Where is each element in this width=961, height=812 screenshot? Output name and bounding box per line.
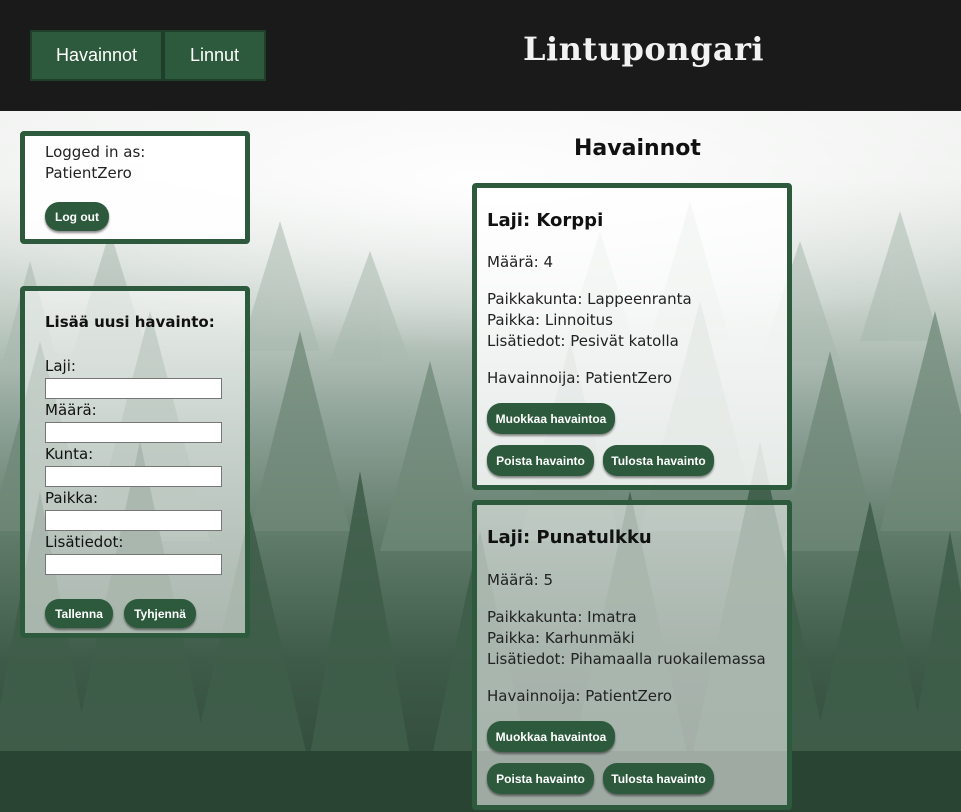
place-input[interactable] [45, 510, 222, 531]
delete-observation-button[interactable]: Poista havainto [487, 763, 594, 794]
page-title: Havainnot [574, 136, 701, 161]
logged-in-label: Logged in as: [45, 143, 146, 161]
edit-observation-button[interactable]: Muokkaa havaintoa [487, 721, 615, 752]
delete-observation-button[interactable]: Poista havainto [487, 445, 594, 476]
observation-count: Määrä: 5 [487, 571, 554, 589]
form-title: Lisää uusi havainto: [45, 313, 215, 331]
observation-species: Laji: Korppi [487, 210, 604, 231]
observation-place: Paikka: Karhunmäki [487, 629, 635, 647]
username: PatientZero [45, 164, 132, 182]
municipality-label: Kunta: [45, 445, 94, 463]
top-header: Havainnot Linnut Lintupongari [0, 0, 961, 111]
observation-species: Laji: Punatulkku [487, 527, 652, 548]
add-observation-form: Lisää uusi havainto: Laji: Määrä: Kunta:… [20, 286, 250, 638]
observation-observer: Havainnoija: PatientZero [487, 687, 672, 705]
login-panel: Logged in as: PatientZero Log out [20, 131, 250, 244]
notes-input[interactable] [45, 554, 222, 575]
place-label: Paikka: [45, 489, 99, 507]
print-observation-button[interactable]: Tulosta havainto [603, 445, 714, 476]
nav-linnut-button[interactable]: Linnut [163, 30, 266, 81]
observation-municipality: Paikkakunta: Imatra [487, 608, 637, 626]
login-status: Logged in as: PatientZero [45, 142, 145, 184]
main-nav: Havainnot Linnut [30, 30, 266, 81]
observation-observer: Havainnoija: PatientZero [487, 369, 672, 387]
clear-button[interactable]: Tyhjennä [124, 599, 196, 628]
edit-observation-button[interactable]: Muokkaa havaintoa [487, 403, 615, 434]
municipality-input[interactable] [45, 466, 222, 487]
observation-card: Laji: Korppi Määrä: 4 Paikkakunta: Lappe… [472, 183, 792, 490]
observation-notes: Lisätiedot: Pihamaalla ruokailemassa [487, 650, 766, 668]
species-input[interactable] [45, 378, 222, 399]
observation-municipality: Paikkakunta: Lappeenranta [487, 290, 692, 308]
observation-notes: Lisätiedot: Pesivät katolla [487, 332, 679, 350]
observation-count: Määrä: 4 [487, 253, 554, 271]
species-label: Laji: [45, 357, 76, 375]
notes-label: Lisätiedot: [45, 533, 124, 551]
observation-place: Paikka: Linnoitus [487, 311, 613, 329]
observation-card: Laji: Punatulkku Määrä: 5 Paikkakunta: I… [472, 500, 792, 810]
count-label: Määrä: [45, 401, 97, 419]
nav-havainnot-button[interactable]: Havainnot [30, 30, 163, 81]
print-observation-button[interactable]: Tulosta havainto [603, 763, 714, 794]
save-button[interactable]: Tallenna [45, 599, 113, 628]
logout-button[interactable]: Log out [45, 202, 109, 231]
count-input[interactable] [45, 422, 222, 443]
site-title: Lintupongari [523, 30, 765, 68]
